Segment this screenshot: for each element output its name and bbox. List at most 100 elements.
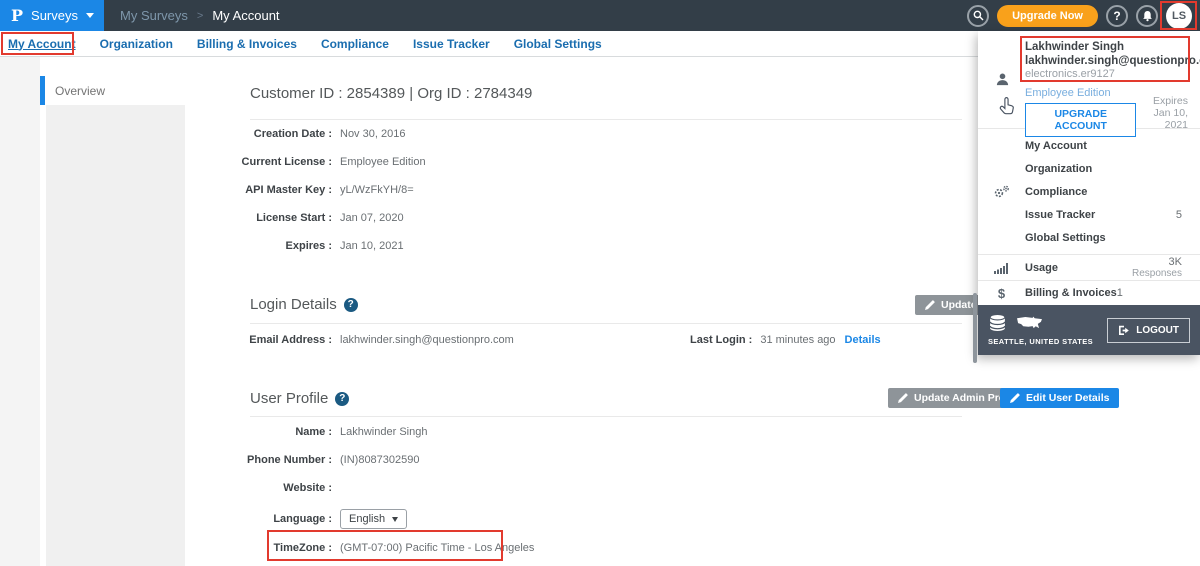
field-value: 31 minutes ago: [760, 334, 835, 346]
logout-label: LOGOUT: [1136, 325, 1179, 336]
breadcrumb-my-surveys[interactable]: My Surveys: [120, 8, 188, 23]
expires-date: Jan 10, 2021: [1136, 107, 1188, 131]
tab-my-account[interactable]: My Account: [8, 37, 76, 51]
language-select[interactable]: English: [340, 509, 407, 529]
edit-user-details-button[interactable]: Edit User Details: [1000, 388, 1119, 408]
question-mark-icon: ?: [1113, 9, 1120, 23]
field-label: Current License :: [185, 156, 332, 168]
field-timezone: TimeZone : (GMT-07:00) Pacific Time - Lo…: [185, 542, 534, 554]
search-button[interactable]: [967, 5, 989, 27]
field-label: Name :: [185, 426, 332, 438]
usage-label: Usage: [1025, 262, 1058, 274]
edit-pencil-icon: [1010, 393, 1020, 403]
details-link[interactable]: Details: [845, 334, 881, 346]
upgrade-now-button[interactable]: Upgrade Now: [997, 5, 1098, 27]
edit-pencil-icon: [898, 393, 908, 403]
usage-count: 3K: [1132, 257, 1182, 268]
menu-item-issue-tracker[interactable]: Issue Tracker 5: [978, 203, 1200, 226]
field-label: Email Address :: [185, 334, 332, 346]
help-icon[interactable]: ?: [335, 392, 349, 406]
menu-item-organization[interactable]: Organization: [978, 157, 1200, 180]
usa-map-icon: [1016, 315, 1043, 332]
dropdown-user-name: Lakhwinder Singh: [1025, 40, 1188, 54]
app-switcher[interactable]: P Surveys: [0, 0, 104, 31]
app-switcher-label: Surveys: [31, 8, 78, 23]
question-mark-icon: ?: [348, 299, 354, 310]
customer-id-title: Customer ID : 2854389 | Org ID : 2784349: [250, 85, 532, 102]
chevron-down-icon: [392, 517, 398, 522]
sidebar-item-label: Overview: [55, 84, 105, 98]
billing-badge: 1: [1117, 287, 1141, 299]
menu-item-my-account[interactable]: My Account: [978, 134, 1200, 157]
field-expires: Expires : Jan 10, 2021: [185, 240, 404, 252]
field-label: Phone Number :: [185, 454, 332, 466]
menu-item-billing-invoices[interactable]: $ Billing & Invoices 1: [978, 280, 1200, 305]
top-navbar: P Surveys My Surveys > My Account Upgrad…: [0, 0, 1200, 31]
menu-item-label: My Account: [1025, 140, 1182, 152]
usage-unit: Responses: [1132, 268, 1182, 279]
tab-global-settings[interactable]: Global Settings: [514, 37, 602, 51]
field-api-master-key: API Master Key : yL/WzFkYH/8=: [185, 184, 414, 196]
sidebar: Overview: [40, 57, 185, 566]
menu-item-global-settings[interactable]: Global Settings: [978, 226, 1200, 249]
tab-issue-tracker[interactable]: Issue Tracker: [413, 37, 490, 51]
language-selected-value: English: [349, 513, 385, 525]
topbar-actions: Upgrade Now ? LS: [967, 3, 1200, 29]
dropdown-user-email: lakhwinder.singh@questionpro.com: [1025, 54, 1188, 68]
menu-item-label: Compliance: [1025, 186, 1182, 198]
help-button[interactable]: ?: [1106, 5, 1128, 27]
gears-icon: [993, 185, 1010, 199]
field-name: Name : Lakhwinder Singh: [185, 426, 427, 438]
field-website: Website :: [185, 482, 340, 494]
tab-compliance[interactable]: Compliance: [321, 37, 389, 51]
divider: [250, 119, 962, 120]
login-details-title: Login Details ?: [250, 296, 358, 313]
chevron-down-icon: [86, 13, 94, 18]
dropdown-footer: SEATTLE, UNITED STATES LOGOUT: [978, 305, 1200, 355]
field-value: (GMT-07:00) Pacific Time - Los Angeles: [340, 542, 534, 554]
edit-user-details-label: Edit User Details: [1026, 392, 1109, 404]
dropdown-menu: My Account Organization Compliance Issue…: [978, 128, 1200, 254]
search-icon: [973, 10, 984, 21]
mouse-cursor-hand-icon: [999, 97, 1015, 116]
help-icon[interactable]: ?: [344, 298, 358, 312]
field-label: Language :: [185, 513, 332, 525]
breadcrumb: My Surveys > My Account: [120, 8, 280, 23]
menu-item-usage[interactable]: Usage 3K Responses: [978, 254, 1200, 280]
usage-value: 3K Responses: [1132, 257, 1200, 279]
person-icon: [995, 72, 1010, 87]
bell-icon: [1142, 10, 1153, 22]
tab-organization[interactable]: Organization: [100, 37, 173, 51]
field-value: yL/WzFkYH/8=: [340, 184, 414, 196]
menu-item-badge: 5: [1176, 209, 1200, 221]
dropdown-username: electronics.er9127: [1025, 68, 1188, 81]
sidebar-item-overview[interactable]: Overview: [40, 76, 185, 105]
user-avatar[interactable]: LS: [1166, 3, 1192, 29]
user-profile-title: User Profile ?: [250, 390, 349, 407]
field-label: License Start :: [185, 212, 332, 224]
field-label: Expires :: [185, 240, 332, 252]
database-icon: [988, 314, 1007, 332]
upgrade-account-button[interactable]: UPGRADE ACCOUNT: [1025, 103, 1136, 137]
customer-id-text: Customer ID : 2854389 | Org ID : 2784349: [250, 85, 532, 102]
dollar-icon: $: [998, 286, 1005, 301]
notifications-button[interactable]: [1136, 5, 1158, 27]
menu-item-label: Issue Tracker: [1025, 209, 1176, 221]
field-value: Nov 30, 2016: [340, 128, 405, 140]
field-language: Language : English: [185, 509, 407, 529]
dropdown-header: Lakhwinder Singh lakhwinder.singh@questi…: [978, 31, 1200, 128]
field-current-license: Current License : Employee Edition: [185, 156, 426, 168]
user-dropdown-panel: Lakhwinder Singh lakhwinder.singh@questi…: [978, 31, 1200, 355]
field-email-address: Email Address : lakhwinder.singh@questio…: [185, 334, 514, 346]
field-phone-number: Phone Number : (IN)8087302590: [185, 454, 420, 466]
tab-billing-invoices[interactable]: Billing & Invoices: [197, 37, 297, 51]
field-label: Creation Date :: [185, 128, 332, 140]
content-scrollbar-thumb[interactable]: [973, 293, 977, 363]
logout-button[interactable]: LOGOUT: [1107, 318, 1190, 343]
field-value: Lakhwinder Singh: [340, 426, 427, 438]
menu-item-compliance[interactable]: Compliance: [978, 180, 1200, 203]
breadcrumb-separator: >: [197, 10, 203, 22]
field-creation-date: Creation Date : Nov 30, 2016: [185, 128, 405, 140]
divider: [250, 416, 962, 417]
breadcrumb-my-account: My Account: [212, 8, 279, 23]
